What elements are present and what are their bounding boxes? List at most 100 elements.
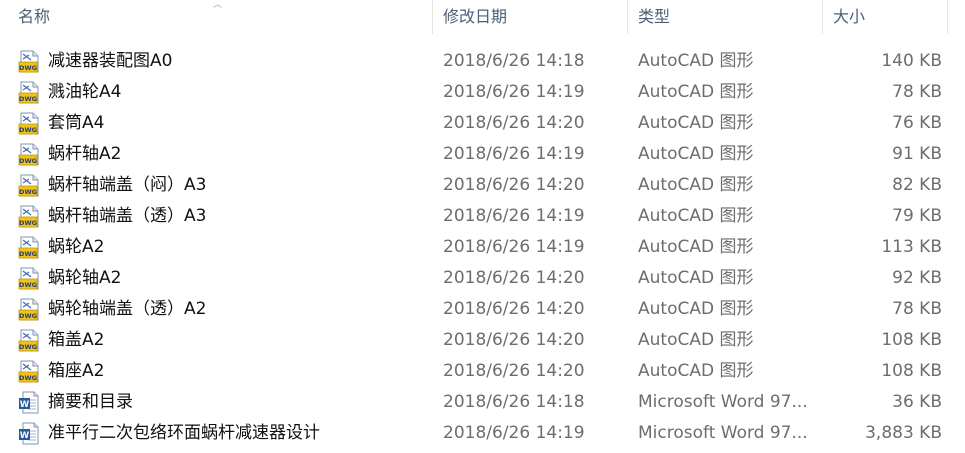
column-divider[interactable] <box>432 0 433 34</box>
file-modified-date: 2018/6/26 14:20 <box>443 113 585 133</box>
file-row[interactable]: W 准平行二次包络环面蜗杆减速器设计 2018/6/26 14:19 Microsof… <box>0 418 965 449</box>
file-row[interactable]: DWG 蜗杆轴端盖（透）A3 2018/6/26 14:19 AutoCAD 图形 79… <box>0 201 965 232</box>
file-size: 113 KB <box>881 237 942 257</box>
dwg-file-icon: DWG <box>18 298 40 321</box>
svg-text:DWG: DWG <box>19 374 37 382</box>
column-header-bar: 名称 ︿ 修改日期 类型 大小 <box>0 0 965 34</box>
file-size: 91 KB <box>892 144 942 164</box>
file-type: AutoCAD 图形 <box>638 175 754 195</box>
svg-text:DWG: DWG <box>19 343 37 351</box>
file-type: AutoCAD 图形 <box>638 144 754 164</box>
file-name: 蜗轮A2 <box>48 237 105 257</box>
file-row[interactable]: DWG 减速器装配图A0 2018/6/26 14:18 AutoCAD 图形 140 … <box>0 46 965 77</box>
file-modified-date: 2018/6/26 14:18 <box>443 392 585 412</box>
column-header-date[interactable]: 修改日期 <box>437 0 627 34</box>
file-type: AutoCAD 图形 <box>638 206 754 226</box>
column-divider[interactable] <box>627 0 628 34</box>
file-size: 3,883 KB <box>865 423 942 443</box>
file-size: 79 KB <box>892 206 942 226</box>
file-size: 78 KB <box>892 82 942 102</box>
file-name: 套筒A4 <box>48 113 105 133</box>
file-type: AutoCAD 图形 <box>638 113 754 133</box>
file-modified-date: 2018/6/26 14:19 <box>443 82 585 102</box>
file-name: 箱盖A2 <box>48 330 105 350</box>
file-size: 82 KB <box>892 175 942 195</box>
file-type: Microsoft Word 97... <box>638 423 808 443</box>
file-modified-date: 2018/6/26 14:19 <box>443 206 585 226</box>
file-type: AutoCAD 图形 <box>638 268 754 288</box>
file-modified-date: 2018/6/26 14:20 <box>443 299 585 319</box>
file-type: AutoCAD 图形 <box>638 82 754 102</box>
file-modified-date: 2018/6/26 14:19 <box>443 144 585 164</box>
file-row[interactable]: DWG 蜗轮轴A2 2018/6/26 14:20 AutoCAD 图形 92 KB <box>0 263 965 294</box>
svg-text:DWG: DWG <box>19 281 37 289</box>
file-row[interactable]: DWG 蜗轮A2 2018/6/26 14:19 AutoCAD 图形 113 KB <box>0 232 965 263</box>
svg-text:DWG: DWG <box>19 219 37 227</box>
file-name: 溅油轮A4 <box>48 82 122 102</box>
column-divider[interactable] <box>822 0 823 34</box>
svg-text:DWG: DWG <box>19 188 37 196</box>
file-size: 108 KB <box>881 361 942 381</box>
file-size: 36 KB <box>892 392 942 412</box>
file-name: 蜗杆轴端盖（闷）A3 <box>48 175 207 195</box>
file-list: DWG 减速器装配图A0 2018/6/26 14:18 AutoCAD 图形 140 … <box>0 46 965 449</box>
word-doc-icon: W <box>18 422 40 445</box>
column-header-type[interactable]: 类型 <box>632 0 822 34</box>
file-row[interactable]: DWG 蜗轮轴端盖（透）A2 2018/6/26 14:20 AutoCAD 图形 78… <box>0 294 965 325</box>
file-modified-date: 2018/6/26 14:19 <box>443 423 585 443</box>
file-name: 蜗杆轴A2 <box>48 144 122 164</box>
dwg-file-icon: DWG <box>18 267 40 290</box>
svg-text:DWG: DWG <box>19 95 37 103</box>
file-modified-date: 2018/6/26 14:20 <box>443 268 585 288</box>
dwg-file-icon: DWG <box>18 81 40 104</box>
dwg-file-icon: DWG <box>18 236 40 259</box>
dwg-file-icon: DWG <box>18 205 40 228</box>
file-name: 准平行二次包络环面蜗杆减速器设计 <box>48 423 320 443</box>
file-name: 减速器装配图A0 <box>48 51 173 71</box>
svg-text:DWG: DWG <box>19 250 37 258</box>
svg-text:W: W <box>20 431 30 441</box>
file-size: 108 KB <box>881 330 942 350</box>
file-size: 78 KB <box>892 299 942 319</box>
file-size: 76 KB <box>892 113 942 133</box>
file-name: 摘要和目录 <box>48 392 133 412</box>
file-type: AutoCAD 图形 <box>638 361 754 381</box>
svg-text:DWG: DWG <box>19 157 37 165</box>
file-modified-date: 2018/6/26 14:18 <box>443 51 585 71</box>
sort-ascending-icon: ︿ <box>213 0 223 10</box>
file-type: AutoCAD 图形 <box>638 237 754 257</box>
file-name: 蜗轮轴A2 <box>48 268 122 288</box>
column-divider[interactable] <box>947 0 948 34</box>
file-name: 蜗轮轴端盖（透）A2 <box>48 299 207 319</box>
file-row[interactable]: DWG 蜗杆轴A2 2018/6/26 14:19 AutoCAD 图形 91 KB <box>0 139 965 170</box>
dwg-file-icon: DWG <box>18 50 40 73</box>
svg-text:W: W <box>20 400 30 410</box>
file-modified-date: 2018/6/26 14:20 <box>443 330 585 350</box>
file-row[interactable]: DWG 箱盖A2 2018/6/26 14:20 AutoCAD 图形 108 KB <box>0 325 965 356</box>
dwg-file-icon: DWG <box>18 112 40 135</box>
file-name: 箱座A2 <box>48 361 105 381</box>
file-row[interactable]: W 摘要和目录 2018/6/26 14:18 Microsoft Word 97..… <box>0 387 965 418</box>
column-header-size[interactable]: 大小 <box>827 0 947 34</box>
file-type: AutoCAD 图形 <box>638 51 754 71</box>
file-name: 蜗杆轴端盖（透）A3 <box>48 206 207 226</box>
file-row[interactable]: DWG 套筒A4 2018/6/26 14:20 AutoCAD 图形 76 KB <box>0 108 965 139</box>
file-modified-date: 2018/6/26 14:19 <box>443 237 585 257</box>
file-type: AutoCAD 图形 <box>638 330 754 350</box>
word-doc-icon: W <box>18 391 40 414</box>
dwg-file-icon: DWG <box>18 329 40 352</box>
dwg-file-icon: DWG <box>18 174 40 197</box>
svg-text:DWG: DWG <box>19 126 37 134</box>
file-size: 140 KB <box>881 51 942 71</box>
dwg-file-icon: DWG <box>18 360 40 383</box>
file-size: 92 KB <box>892 268 942 288</box>
file-modified-date: 2018/6/26 14:20 <box>443 175 585 195</box>
svg-text:DWG: DWG <box>19 312 37 320</box>
file-modified-date: 2018/6/26 14:20 <box>443 361 585 381</box>
file-type: AutoCAD 图形 <box>638 299 754 319</box>
svg-text:DWG: DWG <box>19 64 37 72</box>
file-row[interactable]: DWG 蜗杆轴端盖（闷）A3 2018/6/26 14:20 AutoCAD 图形 82… <box>0 170 965 201</box>
file-row[interactable]: DWG 溅油轮A4 2018/6/26 14:19 AutoCAD 图形 78 KB <box>0 77 965 108</box>
file-row[interactable]: DWG 箱座A2 2018/6/26 14:20 AutoCAD 图形 108 KB <box>0 356 965 387</box>
dwg-file-icon: DWG <box>18 143 40 166</box>
